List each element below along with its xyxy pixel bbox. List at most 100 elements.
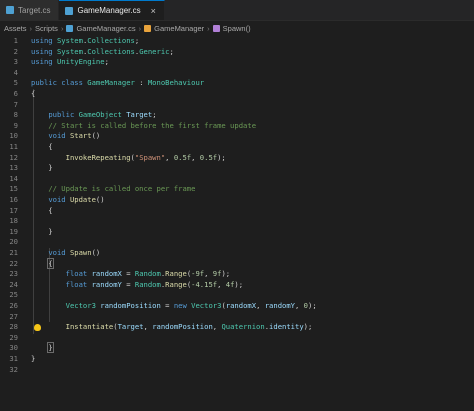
close-icon[interactable]: × [151,6,156,16]
breadcrumb-separator: › [60,23,64,33]
code-line[interactable]: 26 Vector3 randomPosition = new Vector3(… [0,301,474,312]
tab-bar: Target.cs GameManager.cs × [0,0,474,21]
line-number: 16 [9,195,18,204]
breadcrumb-scripts[interactable]: Scripts [35,24,58,33]
code-line[interactable]: 25 [0,290,474,301]
line-number: 4 [13,67,18,77]
code-line[interactable]: 32 [0,365,474,376]
code-token: , [295,301,304,310]
line-number: 18 [9,216,18,226]
line-number: 14 [9,173,18,183]
line-number: 29 [9,332,18,342]
code-token: , [256,301,265,310]
breadcrumb: Assets › Scripts › GameManager.cs › Game… [0,21,474,35]
code-token: Start [69,131,92,141]
code-text: } [31,163,52,174]
code-line[interactable]: 28 Instantiate(Target, randomPosition, Q… [0,322,474,333]
line-number: 24 [9,279,18,289]
tab-gamemanager-cs[interactable]: GameManager.cs × [59,0,165,20]
code-text: using UnityEngine; [31,57,109,68]
code-token: Random [134,269,161,279]
breadcrumb-method[interactable]: Spawn() [223,24,251,33]
code-line[interactable]: 11 { [0,142,474,153]
code-token: void [48,195,70,204]
code-text: Instantiate(Target, randomPosition, Quat… [31,322,313,333]
line-number: 6 [13,89,18,98]
code-token: float [65,269,92,279]
code-line[interactable]: 8 public GameObject Target; [0,110,474,121]
code-token: System [56,46,83,56]
code-token: public [48,110,79,120]
code-line[interactable]: 4 [0,68,474,79]
line-number: 11 [9,142,18,151]
code-token: Vector3 [65,301,101,310]
code-line[interactable]: 12 InvokeRepeating("Spawn", 0.5f, 0.5f); [0,153,474,164]
code-token: Quaternion [221,322,265,332]
code-text: void Start() [31,131,100,142]
code-token: Random [134,279,161,289]
code-token: UnityEngine [56,57,105,67]
code-token: "Spawn" [134,152,166,162]
code-line[interactable]: 1 using System.Collections; [0,36,474,47]
code-line[interactable]: 7 [0,100,474,111]
breadcrumb-class[interactable]: GameManager [154,24,204,33]
code-line[interactable]: 21 void Spawn() [0,248,474,259]
code-token: ; [169,46,174,56]
tab-target-cs[interactable]: Target.cs [0,0,60,20]
breadcrumb-file[interactable]: GameManager.cs [76,24,135,33]
code-token: () [91,248,101,257]
code-line[interactable]: 20 [0,237,474,248]
code-line[interactable]: 19 } [0,227,474,238]
code-token: 0.5f [173,152,192,162]
code-token: = [121,279,135,289]
code-token: using [31,57,57,67]
code-line[interactable]: 16 void Update() [0,195,474,206]
code-text: using System.Collections; [31,36,139,47]
code-line[interactable]: 2 using System.Collections.Generic; [0,47,474,58]
code-line[interactable]: 5 public class GameManager : MonoBehaviou… [0,78,474,89]
code-token: // Update is called once per frame [48,184,196,194]
code-token: : [134,78,148,88]
code-token: new [173,301,192,310]
code-line[interactable]: 6{ [0,89,474,100]
line-number: 26 [9,301,18,310]
code-line[interactable]: 10 void Start() [0,131,474,142]
lightbulb-icon[interactable] [34,323,41,331]
code-line[interactable]: 27 [0,312,474,323]
code-token: void [48,131,70,141]
code-line[interactable]: 13 } [0,163,474,174]
code-token: { [31,142,53,151]
code-line[interactable]: 24 float randomY = Random.Range(-4.15f, … [0,280,474,291]
code-line[interactable]: 22 { [0,257,474,270]
code-line[interactable]: 18 [0,216,474,227]
code-token: randomPosition [152,322,213,332]
code-token: Target [117,322,144,332]
code-line[interactable]: 29 [0,333,474,344]
tab-label: GameManager.cs [77,6,141,15]
code-token: using [31,46,57,56]
line-number: 28 [9,322,18,332]
breadcrumb-assets[interactable]: Assets [4,24,27,33]
code-text: InvokeRepeating("Spawn", 0.5f, 0.5f); [31,153,226,164]
code-token: Vector3 [191,301,222,310]
code-line[interactable]: 31} [0,354,474,365]
csharp-file-icon [65,6,74,15]
code-line[interactable]: 15 // Update is called once per frame [0,184,474,195]
code-line[interactable]: 3 using UnityEngine; [0,57,474,68]
code-token: } [31,354,36,363]
code-text: public class GameManager : MonoBehaviour [31,78,204,89]
code-line[interactable]: 23 float randomX = Random.Range(-9f, 9f)… [0,269,474,280]
code-editor[interactable]: 1 using System.Collections; 2 using System.… [0,36,474,411]
line-number: 15 [9,184,18,194]
code-line[interactable]: 17 { [0,206,474,217]
breadcrumb-separator: › [29,23,33,33]
code-line[interactable]: 9 // Start is called before the first fr… [0,121,474,132]
code-line[interactable]: 30 } [0,342,474,354]
code-token: , [165,152,174,162]
code-token: // Start is called before the first fram… [48,120,257,130]
code-line[interactable]: 14 [0,174,474,185]
